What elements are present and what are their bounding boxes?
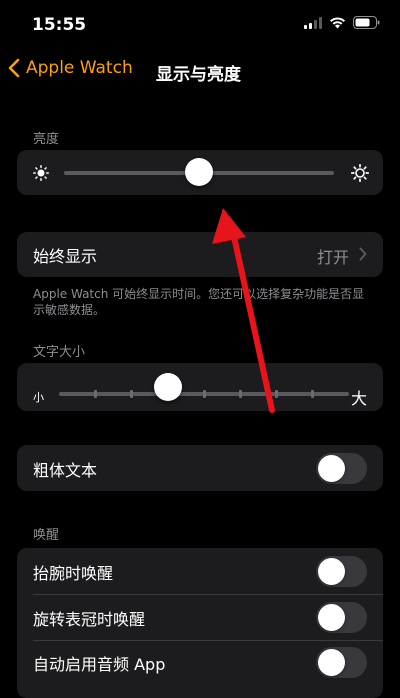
text-size-tick [93, 390, 97, 398]
text-size-tick [311, 390, 315, 398]
text-size-tick [130, 390, 133, 398]
status-icons [304, 16, 380, 29]
crown-wake-label: 旋转表冠时唤醒 [33, 610, 146, 629]
chevron-left-icon [8, 58, 20, 78]
wake-row-audio-apps: 自动启用音频 App [17, 640, 383, 684]
wifi-icon [330, 16, 345, 28]
text-size-header: 文字大小 [33, 345, 86, 360]
wake-header: 唤醒 [33, 528, 60, 543]
toggle-knob [318, 604, 345, 631]
brightness-high-icon [351, 164, 369, 182]
status-bar: 15:55 [0, 0, 400, 50]
wake-row-wrist-raise: 抬腕时唤醒 [17, 549, 383, 593]
audio-apps-toggle[interactable] [316, 647, 367, 678]
always-on-label: 始终显示 [33, 247, 98, 266]
brightness-header: 亮度 [33, 132, 60, 147]
toggle-knob [318, 558, 345, 585]
text-size-small-label: 小 [33, 391, 44, 404]
always-on-group: 始终显示 打开 [17, 232, 383, 277]
brightness-low-icon [33, 165, 49, 181]
wake-row-crown: 旋转表冠时唤醒 [17, 595, 383, 639]
chevron-right-icon [359, 247, 367, 261]
bold-text-group: 粗体文本 [17, 445, 383, 491]
bold-text-toggle[interactable] [316, 453, 367, 484]
back-button-label: Apple Watch [26, 58, 133, 78]
wrist-raise-label: 抬腕时唤醒 [33, 564, 114, 583]
page-title: 显示与亮度 [156, 65, 241, 85]
navigation-bar: Apple Watch 显示与亮度 [0, 58, 400, 88]
text-size-slider-group: 小 大 [17, 363, 383, 411]
cellular-signal-icon [304, 16, 322, 29]
toggle-knob [318, 649, 345, 676]
always-on-row[interactable]: 始终显示 打开 [17, 232, 383, 276]
bold-text-row: 粗体文本 [17, 446, 383, 490]
text-size-tick [202, 390, 206, 398]
text-size-tick [275, 390, 278, 398]
brightness-slider-group [17, 150, 383, 195]
wrist-raise-toggle[interactable] [316, 556, 367, 587]
brightness-slider-thumb[interactable] [185, 158, 213, 186]
always-on-value: 打开 [316, 248, 349, 267]
back-button[interactable]: Apple Watch [8, 58, 133, 78]
text-size-slider-thumb[interactable] [153, 373, 182, 401]
wake-group: 抬腕时唤醒 旋转表冠时唤醒 自动启用音频 App [17, 548, 383, 698]
text-size-tick [238, 390, 242, 398]
audio-apps-label: 自动启用音频 App [33, 655, 166, 674]
crown-wake-toggle[interactable] [316, 602, 367, 633]
bold-text-label: 粗体文本 [33, 461, 98, 480]
text-size-large-label: 大 [350, 389, 367, 408]
toggle-knob [318, 455, 345, 482]
status-time: 15:55 [32, 15, 87, 35]
battery-icon [353, 16, 380, 29]
always-on-footer: Apple Watch 可始终显示时间。您还可以选择复杂功能是否显示敏感数据。 [33, 287, 365, 317]
